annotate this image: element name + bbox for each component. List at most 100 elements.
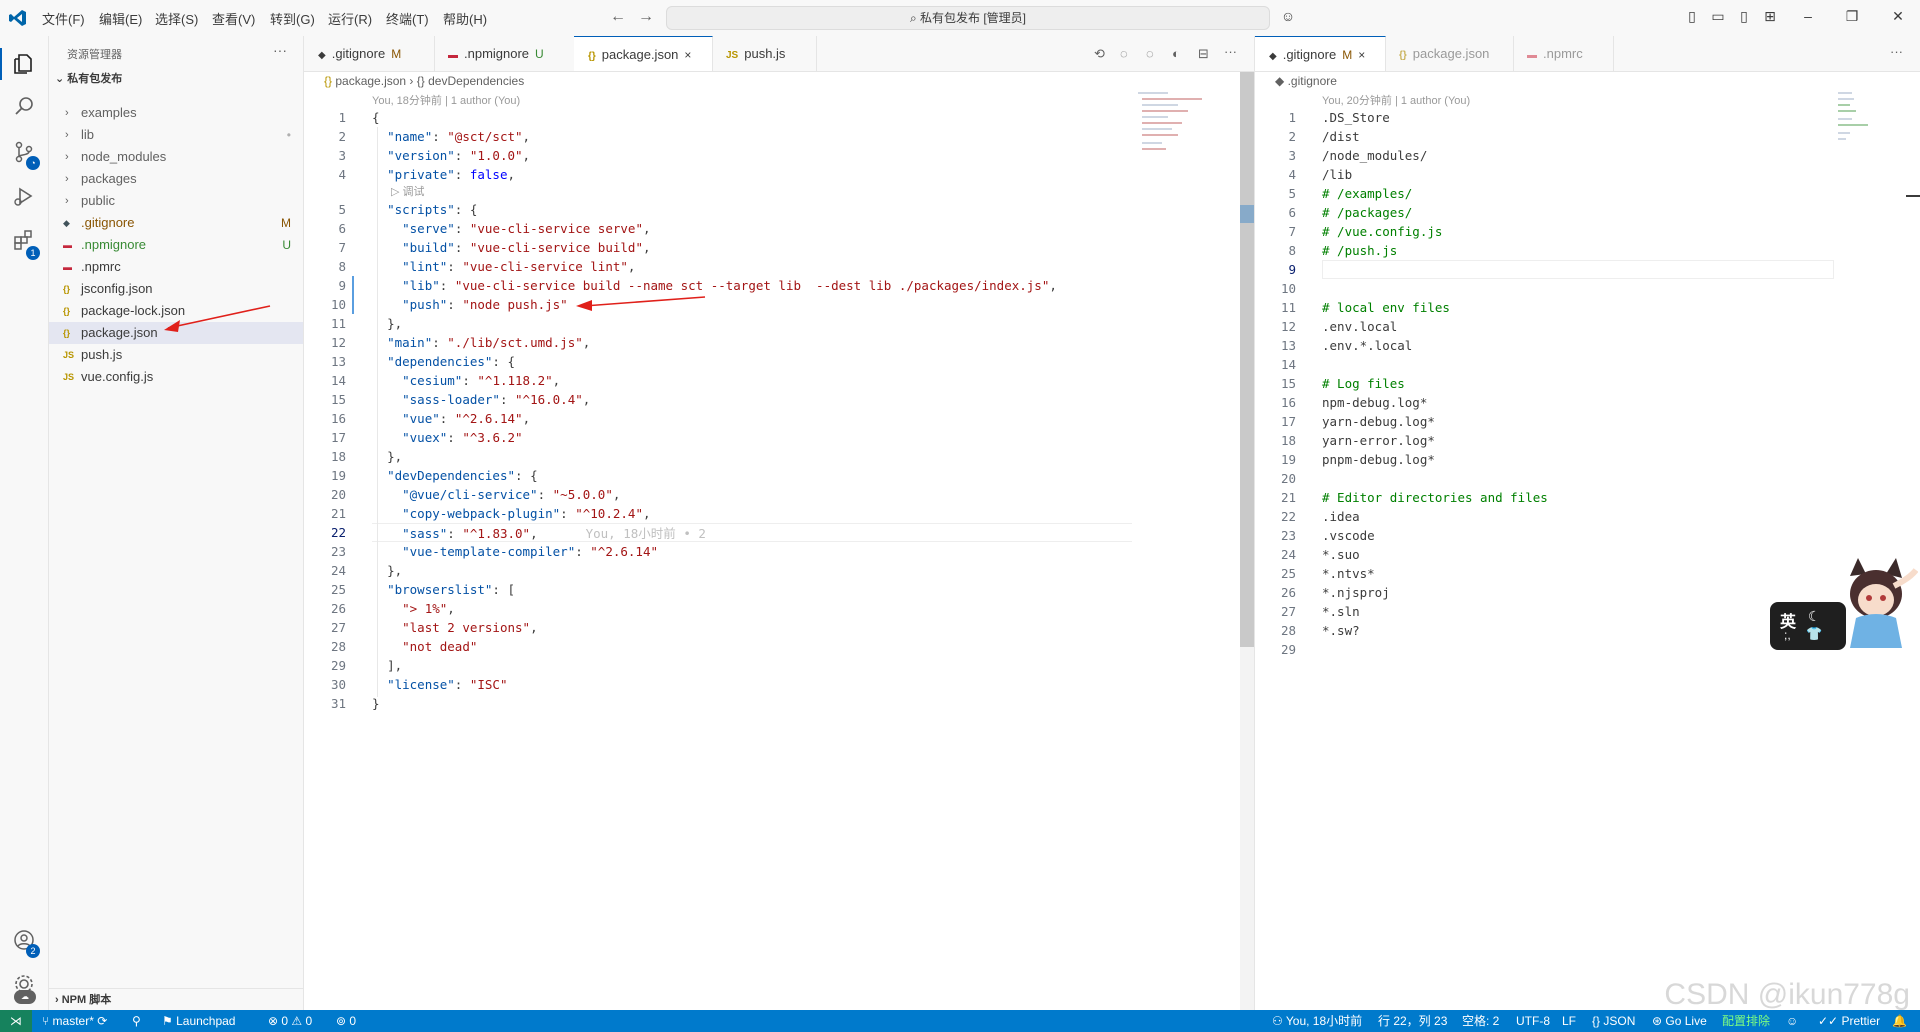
ime-floating-widget[interactable]: 英 ☾ ;, 👕	[1768, 556, 1918, 652]
branch-item[interactable]: ⑂ master* ⟳	[42, 1010, 107, 1032]
tab-close-icon[interactable]: ×	[684, 48, 691, 62]
npm-scripts-section[interactable]: › NPM 脚本	[49, 988, 303, 1011]
code-line[interactable]: # Editor directories and files	[1322, 488, 1548, 507]
open-changes-icon[interactable]: ⟲	[1094, 46, 1105, 62]
code-line[interactable]: *.sln	[1322, 602, 1360, 621]
code-line[interactable]: /dist	[1322, 127, 1360, 146]
code-line[interactable]: .env.local	[1322, 317, 1397, 336]
cursor-position[interactable]: 行 22，列 23	[1378, 1010, 1447, 1032]
code-line[interactable]: "sass": "^1.83.0", You, 18小时前 • 2	[372, 523, 1132, 542]
right-minimap[interactable]	[1838, 90, 1878, 150]
tab-push-js[interactable]: JS push.js	[712, 36, 817, 71]
launchpad-item[interactable]: ⚑ Launchpad	[162, 1010, 235, 1032]
code-line[interactable]: "scripts": {	[372, 200, 477, 219]
restore-icon[interactable]: ❐	[1844, 8, 1860, 24]
menu-terminal[interactable]: 终端(T)	[386, 9, 429, 28]
code-line[interactable]: *.njsproj	[1322, 583, 1390, 602]
code-line[interactable]: yarn-error.log*	[1322, 431, 1435, 450]
code-line[interactable]: .env.*.local	[1322, 336, 1412, 355]
tree-file[interactable]: JS push.js	[49, 344, 303, 366]
tree-folder[interactable]: › lib •	[49, 124, 303, 146]
config-exclude-button[interactable]: 配置排除	[1722, 1010, 1770, 1032]
code-line[interactable]: *.ntvs*	[1322, 564, 1375, 583]
command-center[interactable]: ⌕ 私有包发布 [管理员]	[666, 6, 1270, 30]
code-line[interactable]: "devDependencies": {	[372, 466, 538, 485]
code-line[interactable]: "vuex": "^3.6.2"	[372, 428, 522, 447]
back-arrow-icon[interactable]: ←	[610, 8, 626, 26]
code-line[interactable]: "> 1%",	[372, 599, 455, 618]
left-scrollbar-thumb[interactable]	[1240, 72, 1254, 647]
code-line[interactable]: # local env files	[1322, 298, 1450, 317]
editor-group-divider[interactable]	[1254, 36, 1255, 1010]
code-line[interactable]: "not dead"	[372, 637, 477, 656]
breadcrumb-path[interactable]: devDependencies	[428, 74, 524, 88]
tab-package-json[interactable]: {} package.json ×	[574, 36, 713, 71]
prettier-button[interactable]: ✓✓ Prettier	[1818, 1010, 1880, 1032]
ports-item[interactable]: ⊚ 0	[336, 1010, 356, 1032]
indentation[interactable]: 空格: 2	[1462, 1010, 1499, 1032]
tree-folder[interactable]: › node_modules	[49, 146, 303, 168]
code-line[interactable]: *.sw?	[1322, 621, 1360, 640]
tree-file[interactable]: JS vue.config.js	[49, 366, 303, 388]
code-line[interactable]: "serve": "vue-cli-service serve",	[372, 219, 650, 238]
tree-folder[interactable]: › packages	[49, 168, 303, 190]
remote-indicator-icon[interactable]: ⋊	[0, 1010, 32, 1032]
go-live-button[interactable]: ⊛ Go Live	[1652, 1010, 1707, 1032]
code-line[interactable]: "browserslist": [	[372, 580, 515, 599]
code-line[interactable]: "@vue/cli-service": "~5.0.0",	[372, 485, 620, 504]
code-line[interactable]: .idea	[1322, 507, 1360, 526]
code-line[interactable]	[1322, 260, 1834, 279]
code-line[interactable]: "version": "1.0.0",	[372, 146, 530, 165]
blame-header-right[interactable]: You, 20分钟前 | 1 author (You)	[1322, 92, 1470, 108]
tab-close-icon[interactable]: ×	[1358, 48, 1365, 62]
search-sidebar-icon[interactable]	[12, 94, 36, 118]
explorer-icon[interactable]	[12, 52, 36, 76]
code-line[interactable]: "private": false,	[372, 165, 515, 184]
code-line[interactable]: "vue": "^2.6.14",	[372, 409, 530, 428]
blame-header[interactable]: You, 18分钟前 | 1 author (You)	[372, 92, 520, 108]
more-actions-icon[interactable]: ···	[273, 42, 287, 58]
code-line[interactable]: {	[372, 108, 380, 127]
tree-file[interactable]: ▬ .npmignore U	[49, 234, 303, 256]
code-line[interactable]: *.suo	[1322, 545, 1360, 564]
menu-go[interactable]: 转到(G)	[270, 9, 315, 28]
close-window-icon[interactable]: ✕	[1890, 8, 1906, 24]
timeline-icon[interactable]: ◐	[1172, 46, 1180, 61]
customize-layout-icon[interactable]: ⊞	[1762, 8, 1778, 24]
forward-arrow-icon[interactable]: →	[638, 8, 654, 26]
toggle-panel-icon[interactable]: ▭	[1710, 8, 1726, 24]
left-minimap[interactable]	[1138, 90, 1234, 160]
previous-change-icon[interactable]: ◌	[1120, 46, 1128, 61]
tree-file[interactable]: {} jsconfig.json	[49, 278, 303, 300]
breadcrumb-file[interactable]: .gitignore	[1288, 74, 1337, 88]
code-line[interactable]: # /packages/	[1322, 203, 1412, 222]
run-debug-icon[interactable]	[12, 184, 36, 208]
menu-help[interactable]: 帮助(H)	[443, 9, 487, 28]
code-line[interactable]: "main": "./lib/sct.umd.js",	[372, 333, 590, 352]
code-line[interactable]: "copy-webpack-plugin": "^10.2.4",	[372, 504, 650, 523]
code-line[interactable]: "sass-loader": "^16.0.4",	[372, 390, 590, 409]
code-line[interactable]: yarn-debug.log*	[1322, 412, 1435, 431]
encoding[interactable]: UTF-8	[1516, 1010, 1550, 1032]
tab-gitignore[interactable]: ◆ .gitignore M	[304, 36, 435, 71]
toggle-sidebar-icon[interactable]: ▯	[1684, 8, 1700, 24]
menu-view[interactable]: 查看(V)	[212, 9, 255, 28]
tab-npmignore[interactable]: ▬ .npmignore U	[434, 36, 575, 71]
code-line[interactable]: .DS_Store	[1322, 108, 1390, 127]
code-line[interactable]: "dependencies": {	[372, 352, 515, 371]
code-line[interactable]: "cesium": "^1.118.2",	[372, 371, 560, 390]
code-line[interactable]: "push": "node push.js"	[372, 295, 568, 314]
workspace-folder[interactable]: ⌄ 私有包发布	[55, 70, 122, 86]
code-line[interactable]: }	[372, 694, 380, 713]
menu-run[interactable]: 运行(R)	[328, 9, 372, 28]
tree-folder[interactable]: › examples	[49, 102, 303, 124]
end-of-line[interactable]: LF	[1562, 1010, 1576, 1032]
blame-status[interactable]: ⚇ You, 18小时前	[1272, 1010, 1362, 1032]
minimize-icon[interactable]: –	[1800, 8, 1816, 24]
code-line[interactable]: "last 2 versions",	[372, 618, 537, 637]
tab-npmrc-right[interactable]: ▬ .npmrc	[1513, 36, 1614, 71]
code-line[interactable]: .vscode	[1322, 526, 1375, 545]
code-line[interactable]: # Log files	[1322, 374, 1405, 393]
tree-file[interactable]: {} package-lock.json	[49, 300, 303, 322]
toggle-secondary-sidebar-icon[interactable]: ▯	[1736, 8, 1752, 24]
